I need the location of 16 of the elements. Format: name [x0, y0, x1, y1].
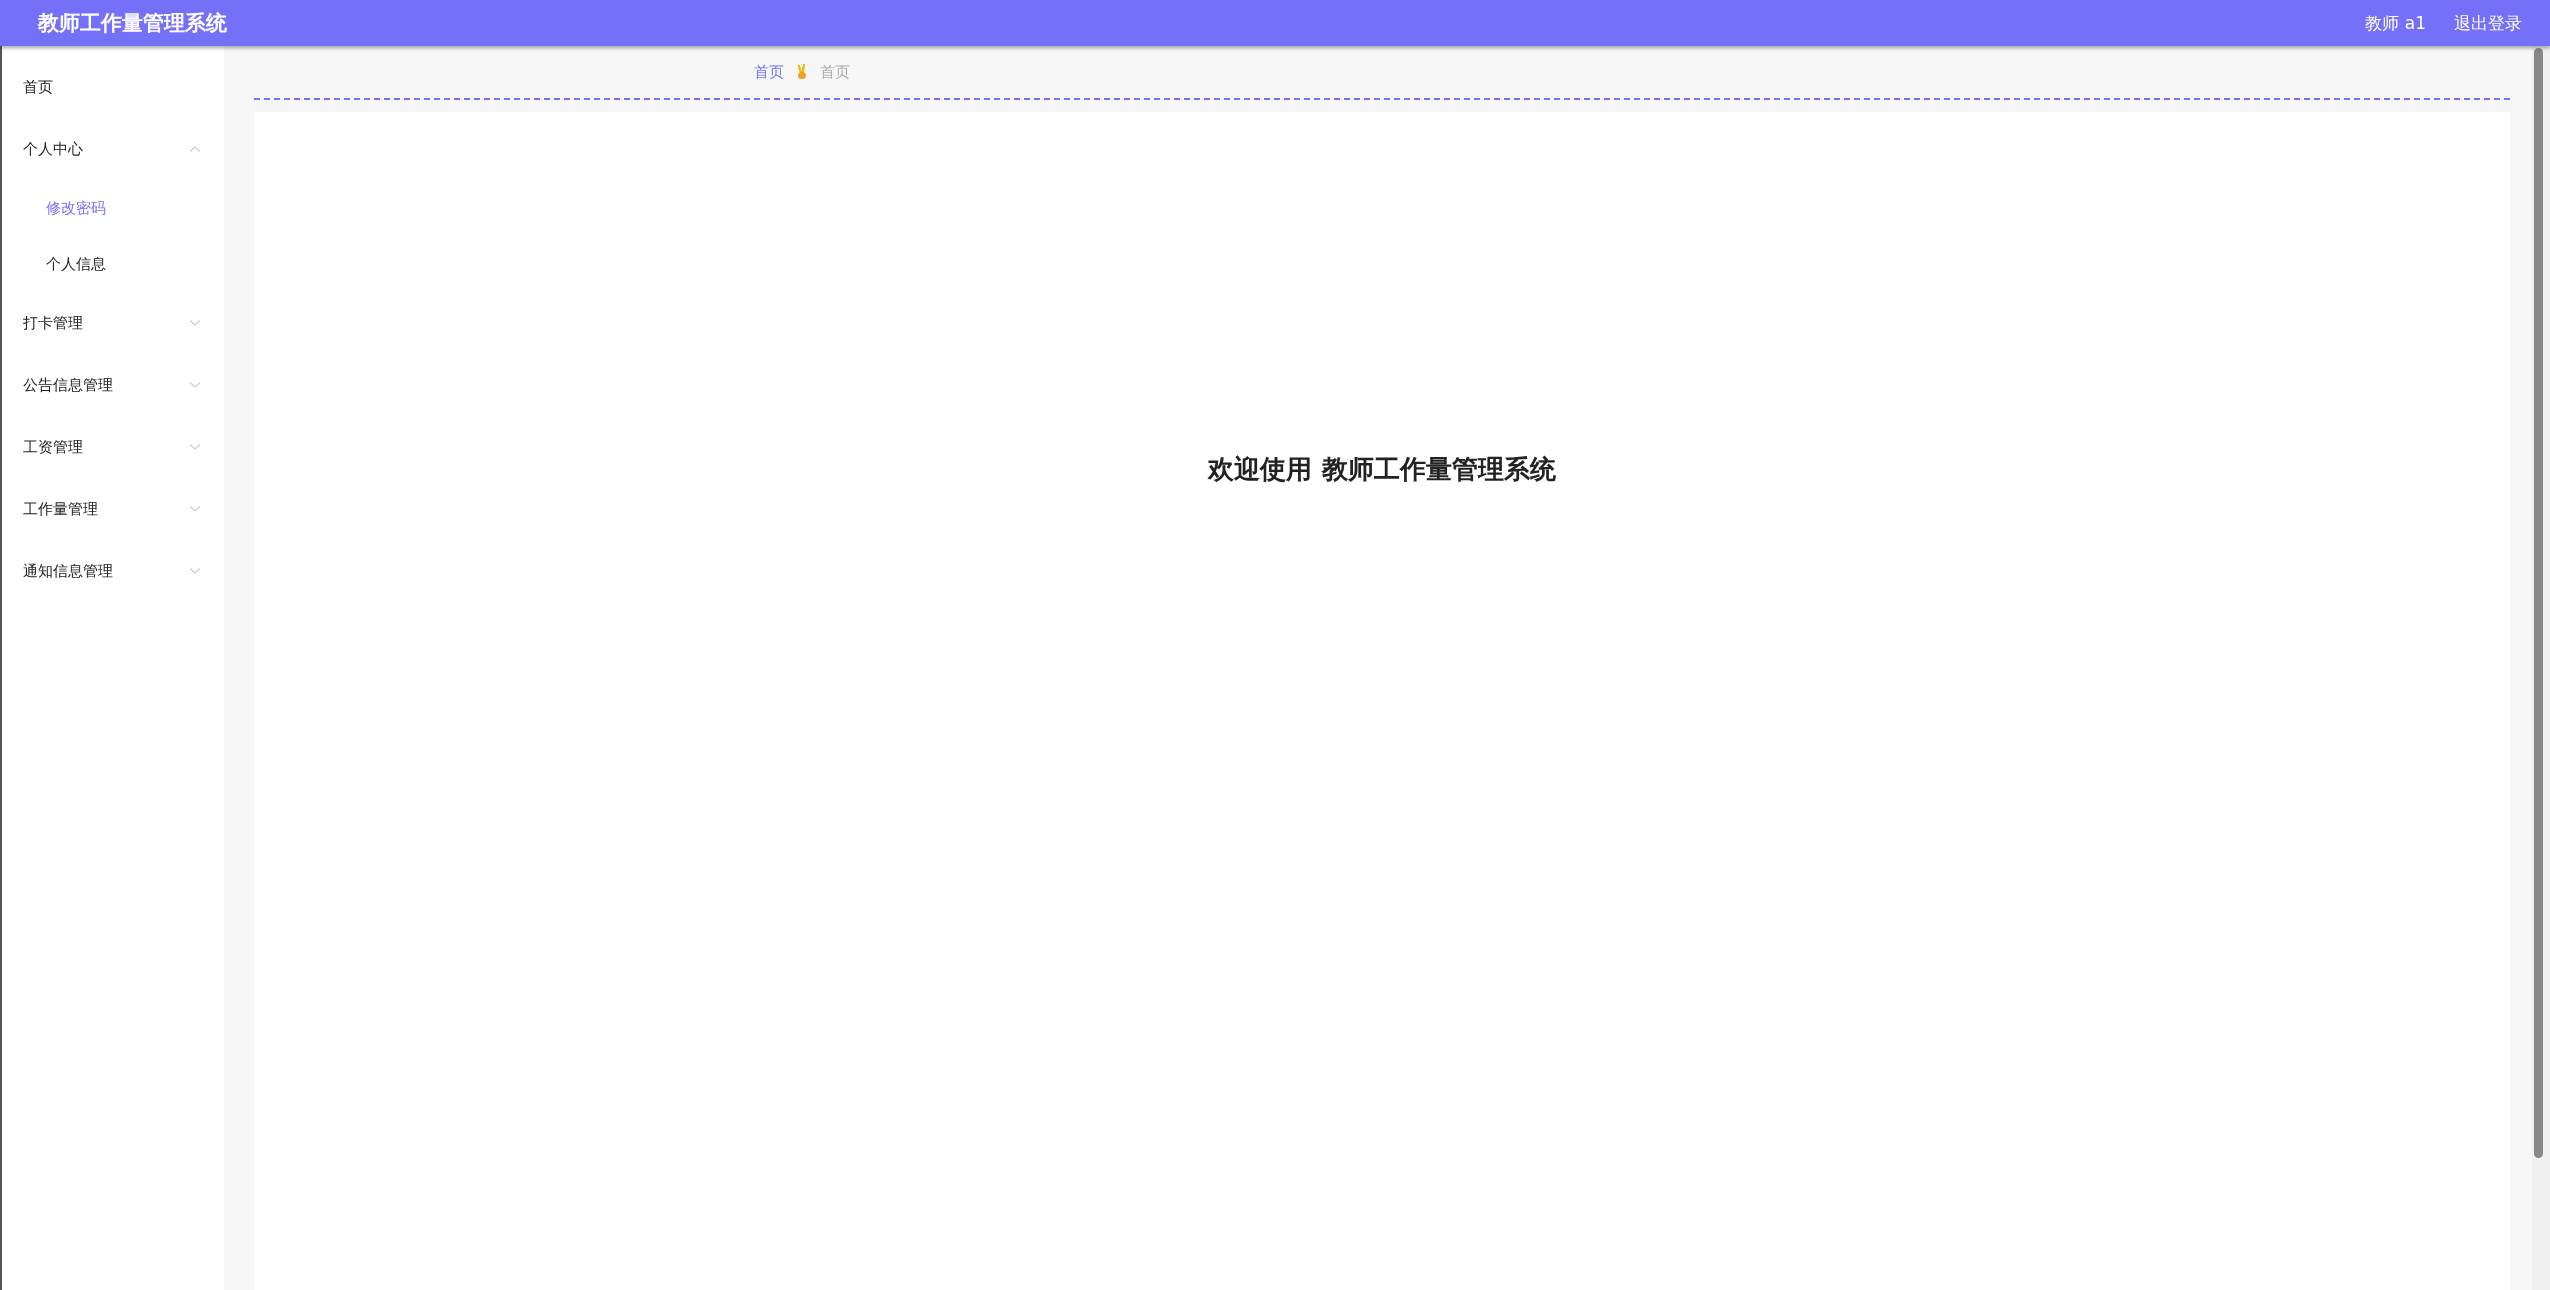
app-title: 教师工作量管理系统	[38, 10, 227, 37]
menu-item[interactable]: 首页	[2, 56, 224, 118]
menu-item[interactable]: 个人信息	[2, 236, 224, 292]
scrollbar-thumb[interactable]	[2534, 48, 2543, 1158]
menu-item[interactable]: 修改密码	[2, 180, 224, 236]
menu-group[interactable]: 工资管理	[23, 437, 83, 457]
menu-group[interactable]: 打卡管理	[23, 313, 83, 333]
menu-group[interactable]: 个人中心	[23, 139, 83, 159]
user-name: 教师 a1	[2365, 11, 2426, 35]
menu-group[interactable]: 工作量管理	[23, 499, 98, 519]
logout-link[interactable]: 退出登录	[2454, 11, 2522, 35]
welcome-heading: 欢迎使用 教师工作量管理系统	[1208, 453, 1556, 486]
menu-group[interactable]: 通知信息管理	[23, 561, 113, 581]
menu-group[interactable]: 公告信息管理	[23, 375, 113, 395]
hand-icon	[796, 64, 808, 80]
breadcrumb-item[interactable]: 首页	[754, 62, 784, 82]
